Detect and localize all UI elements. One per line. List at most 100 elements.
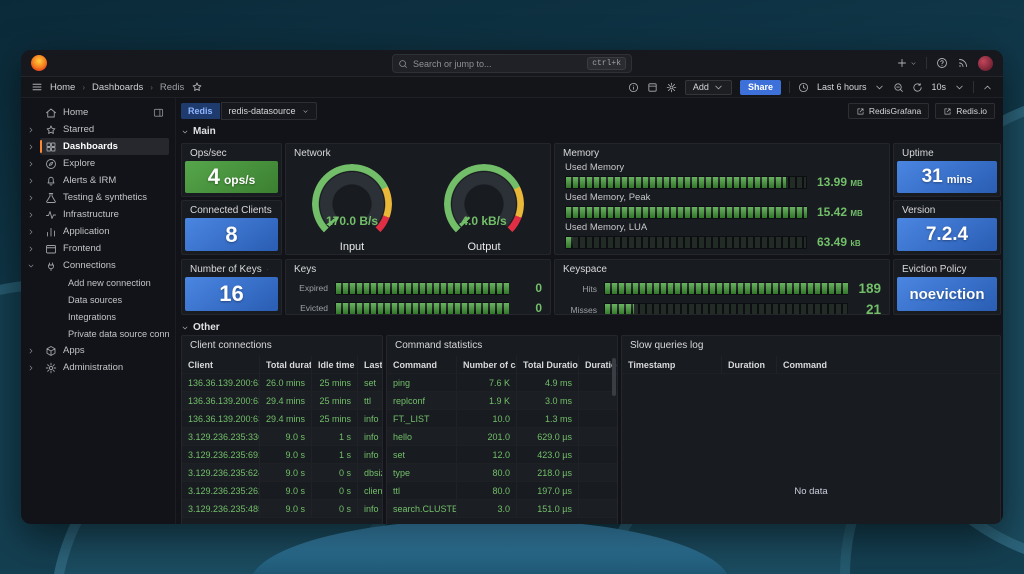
panel-menu-icon[interactable] <box>272 264 273 275</box>
panel-title[interactable]: Slow queries log <box>622 336 1000 353</box>
column-header-idle-time[interactable]: Idle time↓ <box>312 356 358 373</box>
scrollbar[interactable] <box>612 358 616 396</box>
sidebar-item-frontend[interactable]: Frontend <box>21 240 175 257</box>
column-header-last-command[interactable]: Last command <box>358 356 382 373</box>
link-redis-io[interactable]: Redis.io <box>935 103 995 119</box>
share-button[interactable]: Share <box>739 79 781 95</box>
panel-title[interactable]: Client connections <box>182 336 382 353</box>
chevron-right-icon[interactable] <box>27 126 40 134</box>
chevron-right-icon[interactable] <box>27 245 40 253</box>
move-panel-icon[interactable] <box>266 264 268 275</box>
table-row[interactable]: 3.129.236.235:485 9.0 s0 s info <box>182 500 382 518</box>
panel-right-icon[interactable] <box>153 107 164 118</box>
refresh-icon[interactable] <box>912 82 923 93</box>
sidebar-item-integrations[interactable]: Integrations <box>21 308 175 325</box>
panel-title[interactable]: Keys <box>286 260 550 277</box>
zoom-out-icon[interactable] <box>893 82 904 93</box>
column-header-client[interactable]: Client <box>182 356 260 373</box>
sidebar-item-dashboards[interactable]: Dashboards <box>21 138 175 155</box>
sidebar-item-add-new-connection[interactable]: Add new connection <box>21 274 175 291</box>
table-row[interactable]: 136.36.139.200:63 29.4 mins 25 mins info <box>182 410 382 428</box>
table-row[interactable]: ttl 80.0 197.0 µs <box>387 482 617 500</box>
chevron-right-icon[interactable] <box>27 194 40 202</box>
chevron-right-icon[interactable] <box>27 364 40 372</box>
link-redisgrafana[interactable]: RedisGrafana <box>847 103 930 119</box>
panel-title[interactable]: Eviction Policy <box>894 260 1000 277</box>
avatar[interactable] <box>978 55 993 71</box>
panel-title[interactable]: Uptime <box>894 144 1000 161</box>
panel-title[interactable]: Ops/sec <box>182 144 281 161</box>
column-header-timestamp[interactable]: Timestamp <box>622 356 722 373</box>
sidebar-item-testing-synthetics[interactable]: Testing & synthetics <box>21 189 175 206</box>
chevron-down-icon[interactable] <box>874 82 885 93</box>
chevron-right-icon[interactable] <box>27 160 40 168</box>
grafana-logo-icon[interactable] <box>31 55 47 71</box>
table-row[interactable]: search.CLUSTER3.0151.0 µs <box>387 500 617 518</box>
table-row[interactable]: FT._LIST 10.0 1.3 ms <box>387 410 617 428</box>
new-button[interactable] <box>896 57 917 69</box>
section-other[interactable]: Other <box>181 322 220 333</box>
panel-title[interactable]: Number of Keys <box>190 264 262 275</box>
column-header-total-duration[interactable]: Total duration <box>260 356 312 373</box>
table-row[interactable]: 3.129.236.235:336 9.0 s1 s info <box>182 428 382 446</box>
favorite-star-icon[interactable] <box>191 81 203 93</box>
chevron-right-icon[interactable] <box>27 228 40 236</box>
table-row[interactable]: 3.129.236.235:6249.0 s0 s dbsize <box>182 464 382 482</box>
chevron-down-icon[interactable] <box>27 262 40 270</box>
table-row[interactable]: 3.129.236.235:692 9.0 s1 s info <box>182 446 382 464</box>
refresh-interval-picker[interactable]: 10s <box>931 82 946 92</box>
panel-title[interactable]: Keyspace <box>555 260 889 277</box>
add-button[interactable]: Add <box>684 79 732 95</box>
table-row[interactable]: type 80.0 218.0 µs <box>387 464 617 482</box>
sidebar-item-administration[interactable]: Administration <box>21 359 175 376</box>
sidebar-item-private-data-source-connect[interactable]: Private data source connect <box>21 325 175 342</box>
sidebar-item-data-sources[interactable]: Data sources <box>21 291 175 308</box>
table-row[interactable]: replconf 1.9 K 3.0 ms <box>387 392 617 410</box>
chevron-right-icon[interactable] <box>27 143 40 151</box>
sidebar-item-application[interactable]: Application <box>21 223 175 240</box>
table-row[interactable]: set 12.0 423.0 µs <box>387 446 617 464</box>
column-header-command[interactable]: Command <box>777 356 1000 373</box>
panel-title[interactable]: Version <box>894 201 1000 218</box>
menu-icon[interactable] <box>31 81 43 93</box>
column-header-command[interactable]: Command <box>387 356 457 373</box>
sidebar-item-apps[interactable]: Apps <box>21 342 175 359</box>
panel-title[interactable]: Command statistics <box>387 336 617 353</box>
table-row[interactable]: 136.36.139.200:63 26.0 mins 25 mins set <box>182 374 382 392</box>
sidebar-item-connections[interactable]: Connections <box>21 257 175 274</box>
section-main[interactable]: Main <box>181 126 216 137</box>
dashboard-settings-icon[interactable] <box>666 82 677 93</box>
column-header-total-duration[interactable]: Total Duration↓ <box>517 356 579 373</box>
column-header-number-of-calls[interactable]: Number of calls <box>457 356 517 373</box>
sidebar-item-explore[interactable]: Explore <box>21 155 175 172</box>
time-range-picker[interactable]: Last 6 hours <box>817 82 867 92</box>
save-dashboard-icon[interactable] <box>647 82 658 93</box>
news-icon[interactable] <box>957 57 969 69</box>
sidebar-item-alerts-irm[interactable]: Alerts & IRM <box>21 172 175 189</box>
panel-title[interactable]: Connected Clients <box>182 201 281 218</box>
sidebar-item-infrastructure[interactable]: Infrastructure <box>21 206 175 223</box>
plus-icon <box>896 57 908 69</box>
breadcrumb-home[interactable]: Home <box>50 82 75 93</box>
search-input[interactable]: Search or jump to... ctrl+k <box>392 54 632 73</box>
panel-version: Version 7.2.4 <box>893 200 1001 255</box>
column-header-duration[interactable]: Duration <box>722 356 777 373</box>
sidebar-item-home[interactable]: Home <box>21 104 175 121</box>
table-row[interactable]: 136.36.139.200:63 29.4 mins 25 mins ttl <box>182 392 382 410</box>
datasource-picker[interactable]: redis-datasource <box>220 102 317 120</box>
chevron-right-icon[interactable] <box>27 177 40 185</box>
panel-title[interactable]: Memory <box>555 144 889 161</box>
collapse-toolbar-icon[interactable] <box>982 82 993 93</box>
table-row[interactable]: hello 201.0 629.0 µs <box>387 428 617 446</box>
breadcrumb-redis[interactable]: Redis <box>160 82 184 93</box>
table-row[interactable]: ping 7.6 K 4.9 ms <box>387 374 617 392</box>
chevron-right-icon[interactable] <box>27 347 40 355</box>
sidebar-item-starred[interactable]: Starred <box>21 121 175 138</box>
table-row[interactable]: 3.129.236.235:2629.0 s0 s client|i <box>182 482 382 500</box>
chevron-down-icon[interactable] <box>954 82 965 93</box>
dashboard-insights-icon[interactable] <box>628 82 639 93</box>
help-icon[interactable] <box>936 57 948 69</box>
chevron-right-icon[interactable] <box>27 211 40 219</box>
table-cell: 197.0 µs <box>517 482 579 499</box>
breadcrumb-dashboards[interactable]: Dashboards <box>92 82 143 93</box>
